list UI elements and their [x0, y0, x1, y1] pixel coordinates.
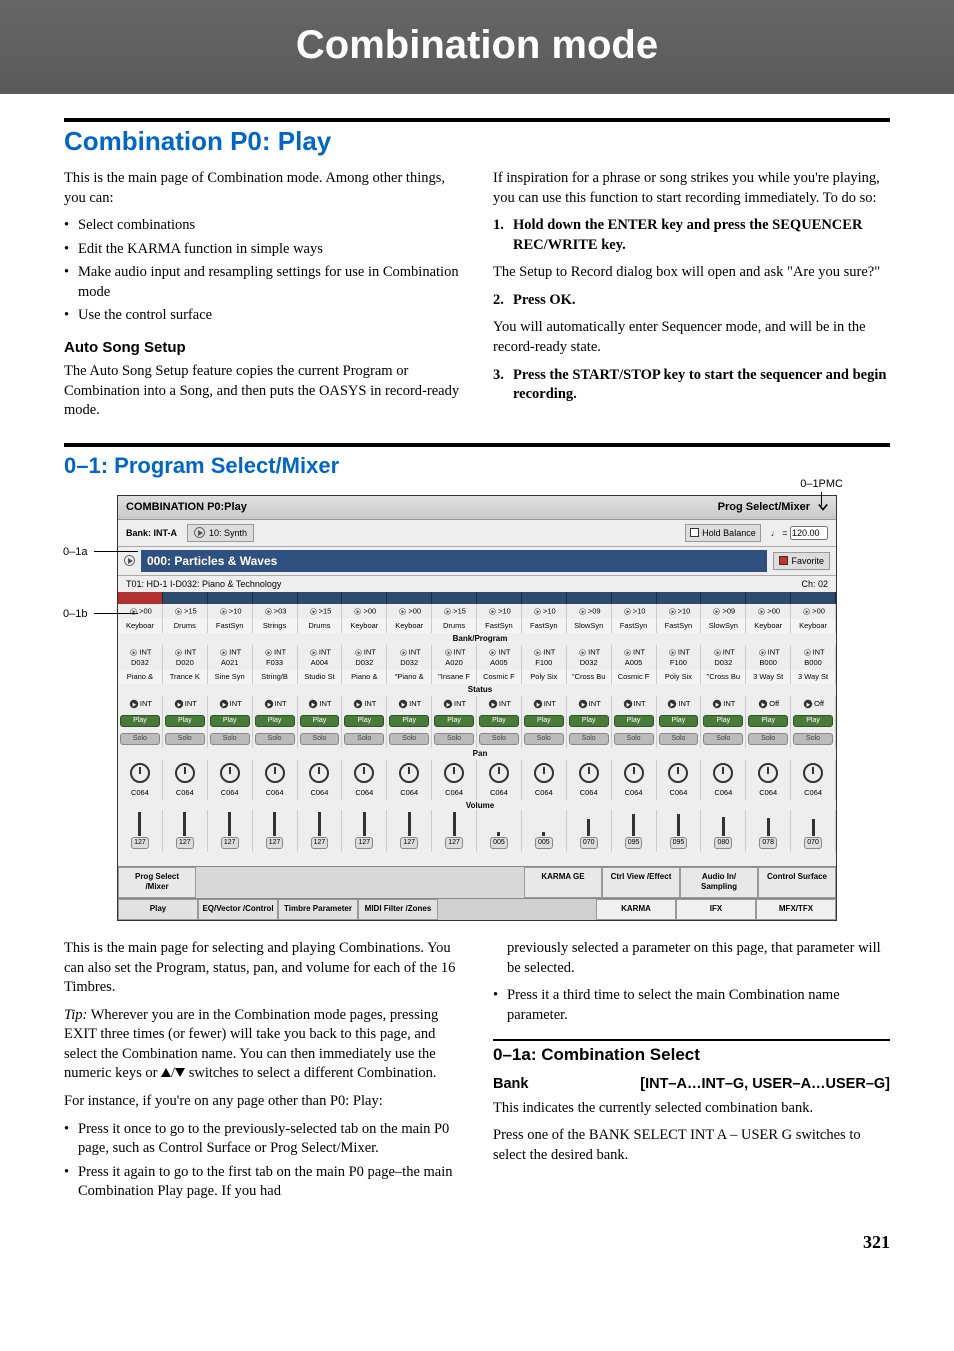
triangle-up-icon [161, 1068, 171, 1077]
step-1: 1.Hold down the ENTER key and press the … [493, 216, 890, 255]
callout-0-1b: 0–1b [63, 608, 87, 620]
sub-p2: Press one of the BANK SELECT INT A – USE… [493, 1126, 890, 1165]
bank-label: Bank: INT-A [126, 527, 177, 539]
auto-song-heading: Auto Song Setup [64, 338, 461, 358]
col2-lead: If inspiration for a phrase or song stri… [493, 169, 890, 208]
intro-item: Edit the KARMA function in simple ways [64, 240, 461, 260]
step-3: 3.Press the START/STOP key to start the … [493, 366, 890, 405]
screen-title-right: Prog Select/Mixer [718, 500, 810, 515]
sub-p1: This indicates the currently selected co… [493, 1099, 890, 1119]
intro-list: Select combinations Edit the KARMA funct… [64, 216, 461, 326]
intro-item: Select combinations [64, 216, 461, 236]
play-row[interactable]: PlayPlayPlayPlayPlayPlayPlayPlayPlayPlay… [118, 712, 836, 730]
lower-tab-row[interactable]: PlayEQ/Vector /ControlTimbre ParameterMI… [118, 898, 836, 920]
after-step1: The Setup to Record dialog box will open… [493, 263, 890, 283]
col2-continuation: previously selected a parameter on this … [493, 939, 890, 978]
cat-name-row: KeyboarDrumsFastSynStringsDrumsKeyboarKe… [118, 619, 836, 633]
t01-line: T01: HD-1 I-D032: Piano & Technology [126, 578, 281, 590]
screenshot-figure: 0–1PMC 0–1a 0–1b COMBINATION P0:Play Pro… [117, 495, 837, 921]
step-2: 2.Press OK. [493, 291, 890, 311]
upper-tab-row[interactable]: Prog Select /MixerKARMA GECtrl View /Eff… [118, 866, 836, 899]
tempo-field[interactable]: ♩ = [771, 526, 828, 540]
hold-balance-checkbox[interactable]: Hold Balance [685, 524, 761, 542]
prog-name-row: Piano &Trance KSine SynString/BStudio St… [118, 670, 836, 684]
pan-val-row: C064C064C064C064C064C064C064C064C064C064… [118, 786, 836, 800]
favorite-checkbox[interactable]: Favorite [773, 552, 830, 570]
auto-song-body: The Auto Song Setup feature copies the c… [64, 362, 461, 421]
section-heading-p0: Combination P0: Play [64, 118, 890, 159]
screen-title-left: COMBINATION P0:Play [126, 500, 247, 515]
callout-0-1a: 0–1a [63, 546, 87, 558]
col2-bullet: Press it a third time to select the main… [493, 986, 890, 1025]
param-bank: Bank [INT–A…INT–G, USER–A…USER–G] [493, 1075, 890, 1095]
sub-heading-0-1a: 0–1a: Combination Select [493, 1039, 890, 1067]
section-heading-0-1: 0–1: Program Select/Mixer [64, 443, 890, 481]
intro-lead: This is the main page of Combination mod… [64, 169, 461, 208]
lower-item: Press it again to go to the first tab on… [64, 1163, 461, 1202]
category-select[interactable]: 10: Synth [187, 524, 254, 542]
page-header: Combination mode [0, 0, 954, 94]
lower-item: Press it once to go to the previously-se… [64, 1120, 461, 1159]
pan-knob-row[interactable] [118, 760, 836, 786]
cat-num-row[interactable]: >00>15>10>03>15>00>00>15>10>10>09>10>10>… [118, 604, 836, 619]
after-step2: You will automatically enter Sequencer m… [493, 318, 890, 357]
combination-name[interactable]: 000: Particles & Waves [141, 550, 767, 572]
lower-tip: Tip: Wherever you are in the Combination… [64, 1006, 461, 1084]
play-arrow-icon [194, 527, 205, 538]
t01-ch: Ch: 02 [801, 578, 828, 590]
timbre-tabstrip[interactable] [118, 592, 836, 604]
lower-p2: For instance, if you're on any page othe… [64, 1092, 461, 1112]
intro-item: Use the control surface [64, 306, 461, 326]
status-row[interactable]: INTINTINTINTINTINTINTINTINTINTINTINTINTI… [118, 696, 836, 712]
vol-row[interactable]: 1271271271271271271271270050050700950950… [118, 812, 836, 852]
prog-row[interactable]: INTD032INTD020INTA021INTF033INTA004INTD0… [118, 645, 836, 670]
callout-0-1pmc: 0–1PMC [800, 478, 843, 490]
oasys-screen: COMBINATION P0:Play Prog Select/Mixer Ba… [117, 495, 837, 921]
play-arrow-icon[interactable] [124, 555, 135, 566]
triangle-down-icon [175, 1068, 185, 1077]
page-number: 321 [64, 1230, 890, 1254]
lower-p1: This is the main page for selecting and … [64, 939, 461, 998]
solo-row[interactable]: SoloSoloSoloSoloSoloSoloSoloSoloSoloSolo… [118, 730, 836, 748]
page-title: Combination mode [0, 18, 954, 72]
intro-item: Make audio input and resampling settings… [64, 263, 461, 302]
